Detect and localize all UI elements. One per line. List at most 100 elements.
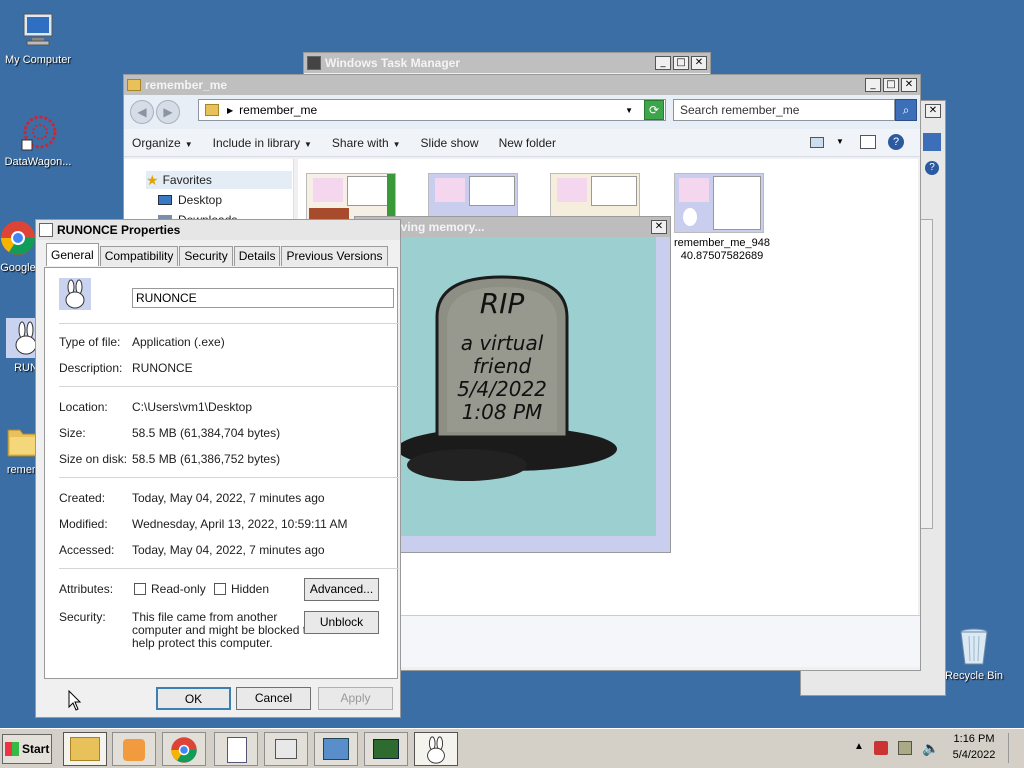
help-icon[interactable]: ? — [925, 161, 939, 175]
close-button[interactable]: ✕ — [901, 78, 917, 92]
close-button[interactable]: ✕ — [691, 56, 707, 70]
system-tray: ▲ 🔈 — [850, 735, 950, 763]
task-manager-window[interactable]: Windows Task Manager _ □ ✕ — [303, 52, 711, 76]
start-label: Start — [22, 742, 50, 756]
cancel-button[interactable]: Cancel — [236, 687, 311, 710]
size-label: Size: — [59, 426, 86, 440]
file-thumbnail[interactable] — [674, 173, 764, 233]
preview-pane-icon[interactable] — [860, 135, 876, 149]
refresh-icon[interactable]: ⟳ — [644, 100, 664, 120]
file-name-field[interactable]: RUNONCE — [132, 288, 394, 308]
task-manager-titlebar[interactable]: Windows Task Manager _ □ ✕ — [304, 53, 710, 73]
network-icon[interactable] — [898, 741, 912, 755]
tab-details[interactable]: Details — [233, 246, 281, 266]
size-on-disk-label: Size on disk: — [59, 452, 128, 466]
taskbar-windows[interactable] — [264, 732, 308, 766]
apply-button[interactable]: Apply — [318, 687, 393, 710]
created-label: Created: — [59, 491, 106, 505]
taskbar-notepad[interactable] — [214, 732, 258, 766]
organize-menu[interactable]: Organize ▼ — [132, 136, 193, 150]
security-text: This file came from another — [132, 610, 278, 624]
command-label: Organize — [132, 135, 181, 150]
taskbar-runonce[interactable] — [414, 732, 458, 766]
tab-security[interactable]: Security — [179, 246, 233, 266]
tab-compatibility[interactable]: Compatibility — [99, 246, 179, 266]
breadcrumb-separator: ▶ — [227, 105, 234, 115]
action-center-icon[interactable] — [874, 741, 888, 755]
minimize-button[interactable]: _ — [655, 56, 671, 70]
windows-logo-icon — [5, 742, 19, 756]
share-with-menu[interactable]: Share with ▼ — [332, 136, 401, 150]
memorial-titlebar[interactable]: In loving memory... ✕ — [355, 217, 670, 237]
taskbar-explorer[interactable] — [63, 732, 107, 766]
taskbar-task-manager[interactable] — [364, 732, 408, 766]
help-icon[interactable]: ? — [888, 134, 904, 150]
breadcrumb[interactable]: remember_me — [239, 103, 317, 117]
mouse-cursor-icon — [68, 689, 82, 715]
search-icon[interactable]: ⌕ — [895, 99, 917, 121]
maximize-button[interactable]: □ — [883, 78, 899, 92]
back-button[interactable]: ◀ — [130, 100, 154, 124]
start-button[interactable]: Start — [2, 734, 52, 764]
divider — [59, 568, 399, 569]
created-value: Today, May 04, 2022, 7 minutes ago — [132, 491, 325, 505]
chevron-down-icon[interactable]: ▼ — [625, 106, 633, 115]
chrome-icon — [171, 737, 197, 763]
search-input[interactable]: Search remember_me — [673, 99, 895, 121]
memorial-window[interactable]: In loving memory... ✕ RIP a virtual frie… — [354, 216, 671, 553]
tab-general[interactable]: General — [46, 243, 99, 266]
desktop-icon-my-computer[interactable]: My Computer — [0, 10, 76, 66]
new-folder-button[interactable]: New folder — [499, 136, 556, 150]
clock-time[interactable]: 1:16 PM — [950, 733, 998, 745]
minimize-button[interactable]: _ — [865, 78, 881, 92]
read-only-label[interactable]: Read-only — [151, 582, 206, 596]
tab-previous-versions[interactable]: Previous Versions — [281, 246, 388, 266]
accessed-value: Today, May 04, 2022, 7 minutes ago — [132, 543, 325, 557]
desktop-icon-recycle-bin[interactable]: Recycle Bin — [936, 626, 1012, 682]
file-name[interactable]: remember_me_948 40.87507582689 — [674, 237, 770, 263]
show-desktop-button[interactable] — [1008, 733, 1020, 763]
search-icon[interactable] — [923, 133, 941, 151]
maximize-button[interactable]: □ — [673, 56, 689, 70]
nav-favorites[interactable]: ★ Favorites — [146, 171, 292, 189]
task-manager-icon — [373, 739, 399, 759]
slide-show-button[interactable]: Slide show — [421, 136, 479, 150]
bunny-icon — [427, 736, 445, 764]
datawagon-icon — [18, 112, 58, 152]
modified-label: Modified: — [59, 517, 108, 531]
scrollbar[interactable] — [919, 219, 933, 529]
clock-date[interactable]: 5/4/2022 — [946, 749, 1002, 761]
include-in-library-menu[interactable]: Include in library ▼ — [213, 136, 312, 150]
read-only-checkbox[interactable] — [134, 583, 146, 595]
address-bar[interactable]: ▶ remember_me ▼ — [198, 99, 666, 121]
taskbar-chrome[interactable] — [162, 732, 206, 766]
forward-button[interactable]: ▶ — [156, 100, 180, 124]
chevron-down-icon[interactable]: ▼ — [836, 137, 844, 146]
desktop-icon-datawagon[interactable]: DataWagon... — [0, 112, 76, 168]
explorer-titlebar[interactable]: remember_me _ □ ✕ — [124, 75, 920, 95]
unblock-button[interactable]: Unblock — [304, 611, 379, 634]
command-label: Include in library — [212, 135, 300, 150]
attributes-label: Attributes: — [59, 582, 114, 596]
properties-dialog[interactable]: RUNONCE Properties General Compatibility… — [35, 219, 401, 718]
taskbar-media-player[interactable] — [112, 732, 156, 766]
star-icon: ★ — [146, 171, 159, 188]
close-button[interactable]: ✕ — [925, 104, 941, 118]
ok-button[interactable]: OK — [156, 687, 231, 710]
taskbar-control-panel[interactable] — [314, 732, 358, 766]
advanced-button[interactable]: Advanced... — [304, 578, 379, 601]
bunny-icon — [39, 223, 53, 237]
view-options-icon[interactable] — [810, 137, 824, 148]
close-button[interactable]: ✕ — [651, 220, 667, 234]
divider — [59, 386, 399, 387]
general-panel: RUNONCE Type of file: Application (.exe)… — [44, 267, 399, 679]
taskbar: Start ▲ 🔈 1:16 PM 5/4/2022 — [0, 728, 1024, 768]
volume-icon[interactable]: 🔈 — [922, 740, 939, 757]
nav-desktop[interactable]: Desktop — [158, 193, 222, 207]
hidden-label[interactable]: Hidden — [231, 582, 269, 596]
chevron-down-icon: ▼ — [184, 139, 193, 149]
chevron-up-icon[interactable]: ▲ — [854, 741, 864, 752]
hidden-checkbox[interactable] — [214, 583, 226, 595]
properties-titlebar[interactable]: RUNONCE Properties — [36, 220, 400, 240]
folder-icon — [205, 104, 219, 116]
